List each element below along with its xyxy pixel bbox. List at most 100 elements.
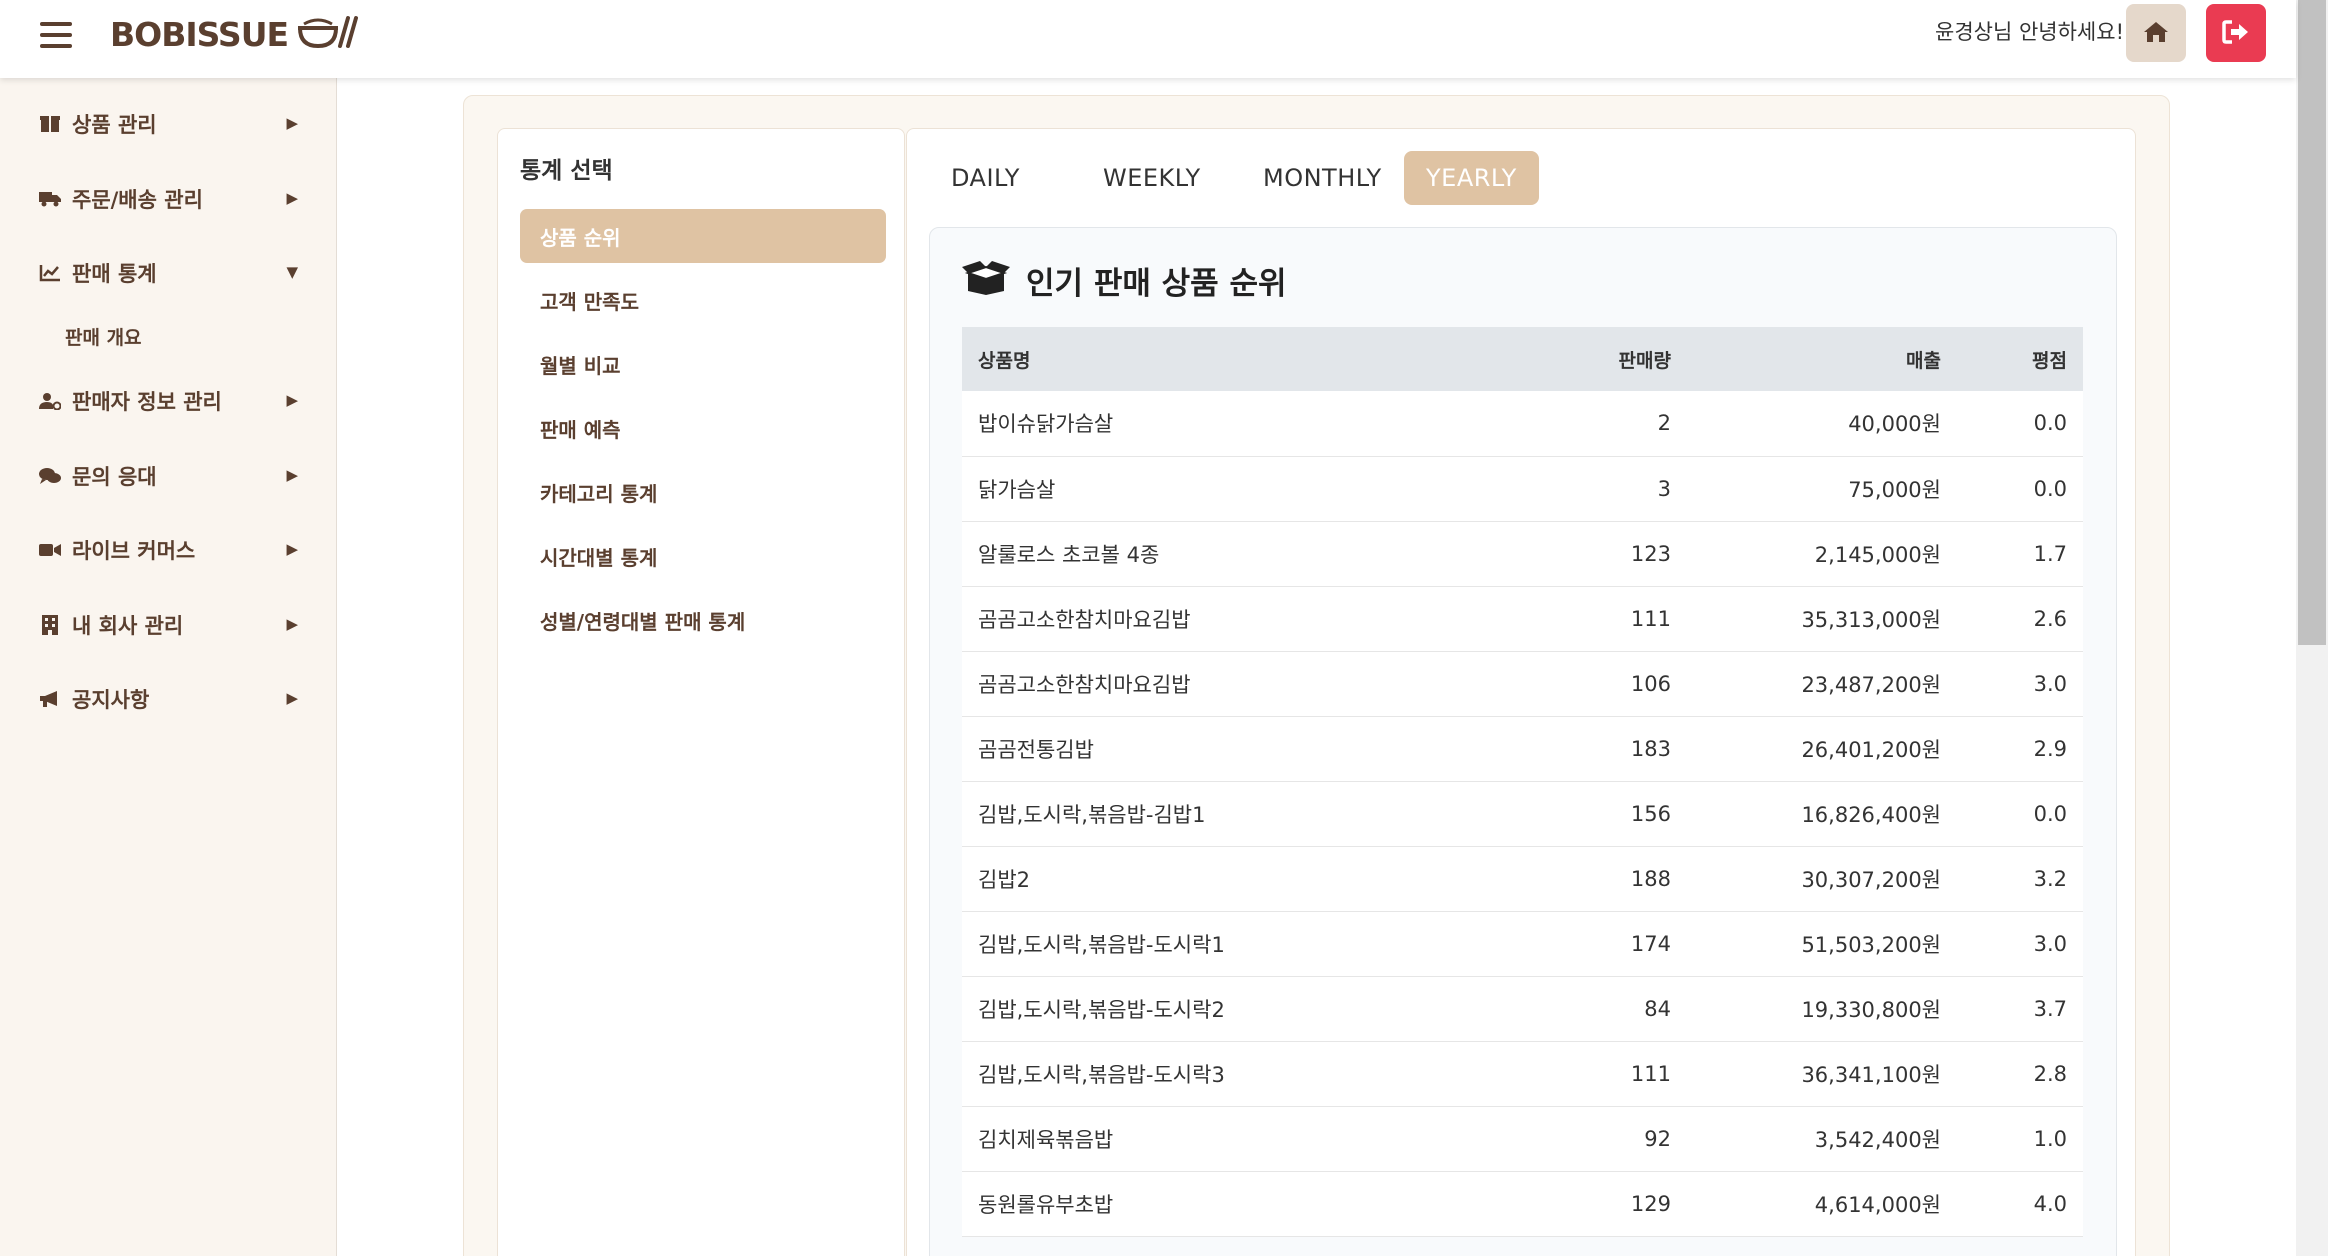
table-row[interactable]: 김치제육볶음밥 92 3,542,400원 1.0 <box>962 1106 2083 1172</box>
column-header-product-name[interactable]: 상품명 <box>962 327 1512 391</box>
logo[interactable]: BOBISSUE <box>110 14 359 54</box>
stats-item-customer-satisfaction[interactable]: 고객 만족도 <box>520 273 886 327</box>
stats-select-title: 통계 선택 <box>520 158 613 184</box>
product-name-cell: 김밥2 <box>962 846 1512 912</box>
table-row[interactable]: 김밥2 188 30,307,200원 3.2 <box>962 846 2083 912</box>
revenue-cell: 4,614,000원 <box>1687 1171 1957 1237</box>
chevron-right-icon: ▶ <box>286 466 298 484</box>
column-header-sales-qty[interactable]: 판매량 <box>1512 327 1687 391</box>
rating-cell: 0.0 <box>1957 391 2083 457</box>
table-row[interactable]: 알룰로스 초코볼 4종 123 2,145,000원 1.7 <box>962 521 2083 587</box>
tab-monthly[interactable]: MONTHLY <box>1241 151 1404 205</box>
stats-item-hourly-stats[interactable]: 시간대별 통계 <box>520 529 886 583</box>
sidebar-subitem-sales-overview[interactable]: 판매 개요 <box>65 323 142 350</box>
sidebar-item-label: 판매 통계 <box>72 262 157 286</box>
sidebar-item-company-management[interactable]: 내 회사 관리 ▶ <box>38 605 298 645</box>
sidebar-item-notice[interactable]: 공지사항 ▶ <box>38 679 298 719</box>
product-name-cell: 곰곰전통김밥 <box>962 716 1512 782</box>
stats-item-product-ranking[interactable]: 상품 순위 <box>520 209 886 263</box>
sidebar-item-label: 내 회사 관리 <box>72 614 184 638</box>
sidebar-item-order-delivery[interactable]: 주문/배송 관리 ▶ <box>38 179 298 219</box>
stats-item-sales-forecast[interactable]: 판매 예측 <box>520 401 886 455</box>
chevron-down-icon: ▼ <box>286 263 298 281</box>
sidebar-item-label: 상품 관리 <box>72 113 157 137</box>
home-button[interactable] <box>2126 4 2186 62</box>
rating-cell: 1.0 <box>1957 1106 2083 1172</box>
product-name-cell: 김밥,도시락,볶음밥-도시락2 <box>962 976 1512 1042</box>
table-row[interactable]: 동원롤유부초밥 129 4,614,000원 4.0 <box>962 1171 2083 1237</box>
sidebar-item-label: 주문/배송 관리 <box>72 188 203 212</box>
sidebar-item-inquiry[interactable]: 문의 응대 ▶ <box>38 456 298 496</box>
revenue-cell: 30,307,200원 <box>1687 846 1957 912</box>
product-name-cell: 밥이슈닭가슴살 <box>962 391 1512 457</box>
hamburger-menu-icon[interactable] <box>40 22 72 48</box>
ranking-table-body: 밥이슈닭가슴살 2 40,000원 0.0 닭가슴살 3 75,000원 0.0 알룰로스 초코… <box>962 391 2083 1237</box>
stats-item-monthly-comparison[interactable]: 월별 비교 <box>520 337 886 391</box>
video-icon <box>38 538 62 562</box>
sidebar-item-seller-info[interactable]: 판매자 정보 관리 ▶ <box>38 381 298 421</box>
revenue-cell: 3,542,400원 <box>1687 1106 1957 1172</box>
product-name-cell: 김치제육볶음밥 <box>962 1106 1512 1172</box>
table-row[interactable]: 김밥,도시락,볶음밥-도시락1 174 51,503,200원 3.0 <box>962 911 2083 977</box>
sales-qty-cell: 183 <box>1512 716 1687 782</box>
rating-cell: 0.0 <box>1957 456 2083 522</box>
chart-line-icon <box>38 261 62 285</box>
ranking-title: 인기 판매 상품 순위 <box>962 258 1287 303</box>
product-name-cell: 김밥,도시락,볶음밥-김밥1 <box>962 781 1512 847</box>
chevron-right-icon: ▶ <box>286 189 298 207</box>
sales-qty-cell: 174 <box>1512 911 1687 977</box>
sidebar-item-sales-stats[interactable]: 판매 통계 ▼ <box>38 253 298 293</box>
table-row[interactable]: 밥이슈닭가슴살 2 40,000원 0.0 <box>962 391 2083 457</box>
chevron-right-icon: ▶ <box>286 391 298 409</box>
sidebar-item-live-commerce[interactable]: 라이브 커머스 ▶ <box>38 530 298 570</box>
scrollbar-thumb[interactable] <box>2298 0 2326 645</box>
sales-qty-cell: 188 <box>1512 846 1687 912</box>
table-row[interactable]: 닭가슴살 3 75,000원 0.0 <box>962 456 2083 522</box>
revenue-cell: 75,000원 <box>1687 456 1957 522</box>
rating-cell: 2.9 <box>1957 716 2083 782</box>
stats-item-category-stats[interactable]: 카테고리 통계 <box>520 465 886 519</box>
sidebar-item-label: 라이브 커머스 <box>72 539 196 563</box>
rating-cell: 3.7 <box>1957 976 2083 1042</box>
bullhorn-icon <box>38 687 62 711</box>
tab-daily[interactable]: DAILY <box>929 151 1042 205</box>
revenue-cell: 51,503,200원 <box>1687 911 1957 977</box>
column-header-rating[interactable]: 평점 <box>1957 327 2083 391</box>
rating-cell: 2.8 <box>1957 1041 2083 1107</box>
table-row[interactable]: 김밥,도시락,볶음밥-도시락2 84 19,330,800원 3.7 <box>962 976 2083 1042</box>
bowl-chopsticks-icon <box>296 14 359 54</box>
tab-yearly[interactable]: YEARLY <box>1404 151 1539 205</box>
sidebar-item-product-management[interactable]: 상품 관리 ▶ <box>38 104 298 144</box>
product-name-cell: 김밥,도시락,볶음밥-도시락1 <box>962 911 1512 977</box>
table-row[interactable]: 김밥,도시락,볶음밥-김밥1 156 16,826,400원 0.0 <box>962 781 2083 847</box>
greeting-text: 윤경상님 안녕하세요! <box>1935 20 2124 44</box>
table-row[interactable]: 곰곰고소한참치마요김밥 106 23,487,200원 3.0 <box>962 651 2083 717</box>
rating-cell: 0.0 <box>1957 781 2083 847</box>
building-icon <box>38 613 62 637</box>
table-row[interactable]: 김밥,도시락,볶음밥-도시락3 111 36,341,100원 2.8 <box>962 1041 2083 1107</box>
rating-cell: 1.7 <box>1957 521 2083 587</box>
revenue-cell: 35,313,000원 <box>1687 586 1957 652</box>
ranking-card: 인기 판매 상품 순위 상품명 판매량 매출 평점 밥이슈닭가슴살 2 40,000… <box>929 227 2117 1256</box>
table-row[interactable]: 곰곰전통김밥 183 26,401,200원 2.9 <box>962 716 2083 782</box>
page-scrollbar[interactable] <box>2296 0 2328 1256</box>
chevron-right-icon: ▶ <box>286 540 298 558</box>
logout-button[interactable] <box>2206 4 2266 62</box>
column-header-revenue[interactable]: 매출 <box>1687 327 1957 391</box>
stats-select-panel: 통계 선택 상품 순위 고객 만족도 월별 비교 판매 예측 카테고리 통계 시… <box>497 128 905 1256</box>
tab-weekly[interactable]: WEEKLY <box>1081 151 1223 205</box>
truck-icon <box>38 187 62 211</box>
sidebar: 상품 관리 ▶ 주문/배송 관리 ▶ 판매 통계 ▼ 판매 개요 판매자 정보 … <box>0 78 337 1256</box>
revenue-cell: 16,826,400원 <box>1687 781 1957 847</box>
sales-qty-cell: 111 <box>1512 1041 1687 1107</box>
stats-item-gender-age-stats[interactable]: 성별/연령대별 판매 통계 <box>520 593 886 647</box>
box-icon <box>38 112 62 136</box>
product-name-cell: 동원롤유부초밥 <box>962 1171 1512 1237</box>
table-row[interactable]: 곰곰고소한참치마요김밥 111 35,313,000원 2.6 <box>962 586 2083 652</box>
revenue-cell: 2,145,000원 <box>1687 521 1957 587</box>
rating-cell: 3.0 <box>1957 911 2083 977</box>
sales-qty-cell: 3 <box>1512 456 1687 522</box>
revenue-cell: 40,000원 <box>1687 391 1957 457</box>
sales-qty-cell: 2 <box>1512 391 1687 457</box>
user-gear-icon <box>38 389 62 413</box>
